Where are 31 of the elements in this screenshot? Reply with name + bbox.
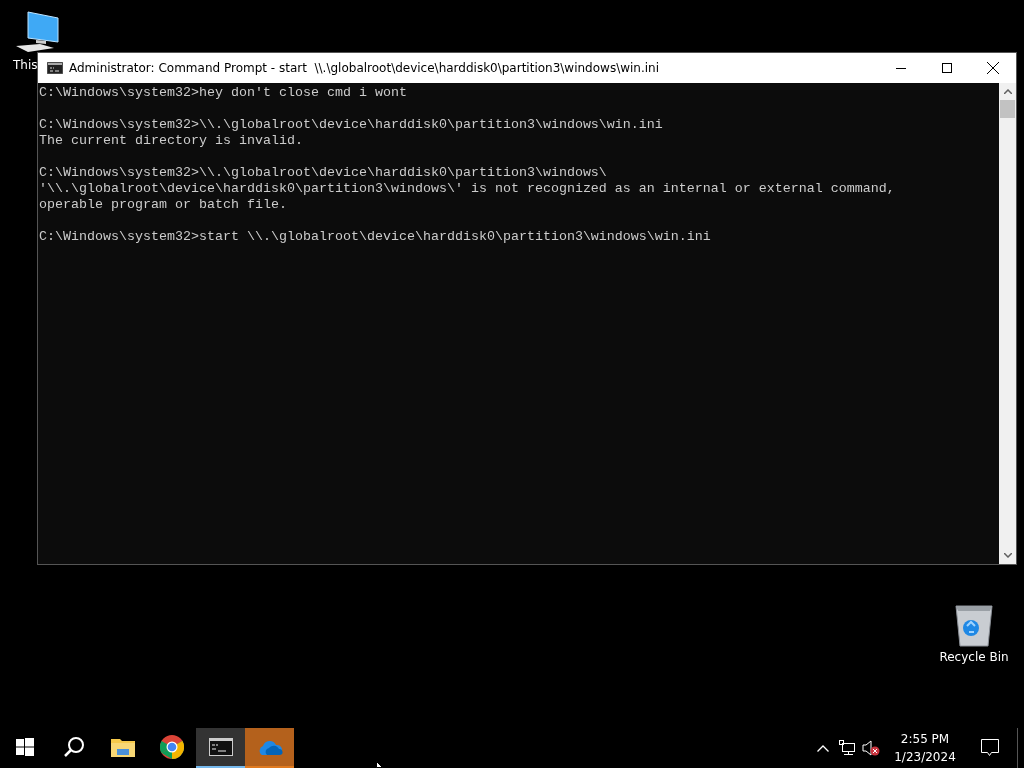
clock-time[interactable]: 2:55 PM xyxy=(900,730,950,748)
console-line: C:\Windows\system32>hey don't close cmd i wont xyxy=(39,85,408,101)
scrollbar[interactable] xyxy=(999,83,1016,564)
muted-speaker-icon[interactable] xyxy=(862,740,880,756)
command-prompt-button[interactable] xyxy=(196,728,245,768)
recycle-bin-icon xyxy=(954,602,994,648)
console-line: C:\Windows\system32>\\.\globalroot\device\harddisk0\partition3\windows\win.ini xyxy=(39,117,664,133)
icon-label: Recycle Bin xyxy=(939,650,1009,664)
close-icon xyxy=(987,62,999,74)
window-title: Administrator: Command Prompt - start \\.\globalroot\device\harddisk0\partition3\windows\win.ini xyxy=(69,61,661,75)
network-icon[interactable] xyxy=(839,740,855,756)
console-line: C:\Windows\system32>start \\.\globalroot\device\harddisk0\partition3\windows\win.ini xyxy=(39,229,712,245)
scroll-thumb[interactable] xyxy=(1000,100,1015,118)
scroll-up-icon[interactable] xyxy=(1003,89,1012,94)
console-line: operable program or batch file. xyxy=(39,197,288,213)
computer-icon xyxy=(14,10,60,54)
clock-date[interactable]: 1/23/2024 xyxy=(894,748,956,766)
folder-icon xyxy=(110,737,135,757)
console-icon xyxy=(208,738,233,756)
chevron-up-icon[interactable] xyxy=(817,744,829,752)
windows-logo-icon xyxy=(15,738,34,756)
browser-icon xyxy=(159,735,184,759)
notification-icon[interactable] xyxy=(981,739,999,757)
console-line: '\\.\globalroot\device\harddisk0\partition3\windows\' is not recognized as an internal or external command, xyxy=(39,181,896,197)
console-app-icon xyxy=(47,62,63,74)
maximize-icon xyxy=(942,63,952,73)
search-icon xyxy=(62,736,85,758)
console-line: C:\Windows\system32>\\.\globalroot\device\harddisk0\partition3\windows\ xyxy=(39,165,608,181)
console-line: The current directory is invalid. xyxy=(39,133,304,149)
icon-label: This xyxy=(13,58,38,72)
scroll-down-icon[interactable] xyxy=(1003,553,1012,558)
